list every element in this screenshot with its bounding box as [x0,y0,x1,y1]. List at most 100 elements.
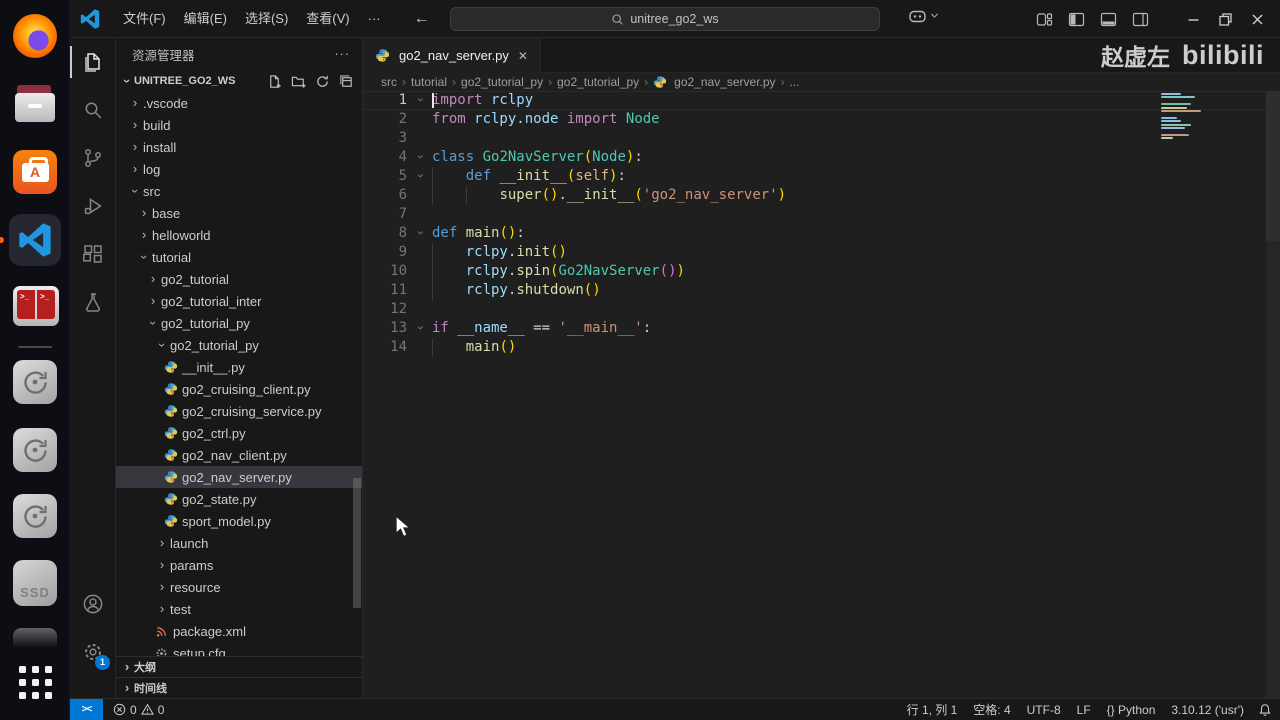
line-number[interactable]: 3 [363,129,407,148]
editor-scrollbar-slider[interactable] [1266,91,1280,241]
line-number[interactable]: 8 [363,224,407,243]
fold-chevron-icon[interactable]: › [411,93,430,107]
menu-item[interactable]: 选择(S) [236,11,297,26]
tree-item[interactable]: go2_nav_server.py [116,466,362,488]
disk-utility-icon-1[interactable] [13,360,57,404]
minimap[interactable] [1161,93,1217,140]
status-item[interactable]: UTF-8 [1019,703,1069,717]
status-item[interactable]: 行 1, 列 1 [899,701,966,718]
toggle-primary-sidebar-icon[interactable] [1068,11,1085,28]
tree-item[interactable]: package.xml [116,620,362,642]
restore-icon[interactable] [1217,11,1234,28]
code-line[interactable]: 13 › if __name__ == '__main__': [363,319,1280,338]
line-number[interactable]: 4 [363,148,407,167]
sidebar-scrollbar[interactable] [353,478,361,608]
terminator-icon[interactable]: >_ >_ [13,286,59,330]
fold-chevron-icon[interactable]: › [411,321,430,335]
tree-item[interactable]: sport_model.py [116,510,362,532]
fold-chevron-icon[interactable]: › [411,226,430,240]
tab-go2-nav-server[interactable]: go2_nav_server.py ✕ [363,38,541,73]
search-activity-icon[interactable] [70,86,116,134]
timeline-section[interactable]: › 时间线 [116,677,362,698]
line-number[interactable]: 9 [363,243,407,262]
line-number[interactable]: 11 [363,281,407,300]
line-number[interactable]: 12 [363,300,407,319]
tree-item[interactable]: › .vscode [116,92,362,114]
source-control-activity-icon[interactable] [70,134,116,182]
code-line[interactable]: 2 from rclpy.node import Node [363,110,1280,129]
tree-item[interactable]: › test [116,598,362,620]
minimize-icon[interactable] [1185,11,1202,28]
tree-item[interactable]: go2_nav_client.py [116,444,362,466]
line-number[interactable]: 2 [363,110,407,129]
line-number[interactable]: 1 [363,91,407,110]
tree-item[interactable]: › base [116,202,362,224]
code-line[interactable]: 14 main() [363,338,1280,357]
customize-layout-icon[interactable] [1036,11,1053,28]
breadcrumb-item[interactable]: tutorial [411,75,447,89]
tree-item[interactable]: › helloworld [116,224,362,246]
tree-item[interactable]: › install [116,136,362,158]
status-item[interactable]: {} Python [1099,703,1164,717]
account-icon[interactable] [70,580,116,628]
breadcrumb-item[interactable]: go2_tutorial_py [461,75,543,89]
collapse-all-icon[interactable] [339,74,354,89]
app-grid-icon[interactable] [13,666,57,710]
new-file-icon[interactable] [267,74,282,89]
code-line[interactable]: 11 rclpy.shutdown() [363,281,1280,300]
code-line[interactable]: 3 [363,129,1280,148]
tree-item[interactable]: › go2_tutorial_py [116,334,362,356]
vscode-dock-icon[interactable] [0,214,61,266]
run-debug-activity-icon[interactable] [70,182,116,230]
problems-status[interactable]: 0 0 [113,703,164,717]
command-center-search[interactable]: unitree_go2_ws [450,7,880,31]
remote-indicator[interactable]: >< [70,698,103,720]
tree-item[interactable]: › go2_tutorial_inter [116,290,362,312]
refresh-icon[interactable] [315,74,330,89]
code-line[interactable]: 7 [363,205,1280,224]
explorer-activity-icon[interactable] [70,38,116,86]
menu-item[interactable]: 文件(F) [114,11,175,26]
close-icon[interactable] [1249,11,1266,28]
menu-item[interactable]: 查看(V) [297,11,358,26]
code-line[interactable]: 10 rclpy.spin(Go2NavServer()) [363,262,1280,281]
toggle-panel-icon[interactable] [1100,11,1117,28]
firefox-icon[interactable] [13,14,57,58]
code-line[interactable]: 6 super().__init__('go2_nav_server') [363,186,1280,205]
tree-item[interactable]: go2_cruising_client.py [116,378,362,400]
status-item[interactable]: 空格: 4 [965,701,1018,718]
tree-item[interactable]: › launch [116,532,362,554]
toggle-secondary-sidebar-icon[interactable] [1132,11,1149,28]
ubuntu-software-icon[interactable]: A [13,150,57,194]
breadcrumb-item[interactable]: go2_tutorial_py [557,75,639,89]
back-arrow-icon[interactable]: ← [414,10,430,28]
settings-gear-icon[interactable]: 1 [70,628,116,676]
code-area[interactable]: 1 › import rclpy 2 from rclpy.node import No… [363,91,1280,357]
menu-item[interactable]: ··· [359,11,390,26]
tree-item[interactable]: › params [116,554,362,576]
tree-item[interactable]: › go2_tutorial [116,268,362,290]
code-line[interactable]: 4 › class Go2NavServer(Node): [363,148,1280,167]
ssd-drive-icon[interactable]: SSD [13,560,57,606]
tree-item[interactable]: › src [116,180,362,202]
notifications-bell-icon[interactable] [1252,703,1280,717]
tree-item[interactable]: › go2_tutorial_py [116,312,362,334]
tree-item[interactable]: go2_state.py [116,488,362,510]
fold-chevron-icon[interactable]: › [411,150,430,164]
disk-utility-icon-2[interactable] [13,428,57,472]
line-number[interactable]: 13 [363,319,407,338]
line-number[interactable]: 7 [363,205,407,224]
breadcrumb-item[interactable]: go2_nav_server.py [653,75,776,89]
testing-activity-icon[interactable] [70,278,116,326]
line-number[interactable]: 10 [363,262,407,281]
breadcrumb-item[interactable]: ... [790,75,800,89]
code-line[interactable]: 9 rclpy.init() [363,243,1280,262]
line-number[interactable]: 5 [363,167,407,186]
tree-item[interactable]: › build [116,114,362,136]
code-line[interactable]: 1 › import rclpy [363,91,1280,110]
tree-item[interactable]: __init__.py [116,356,362,378]
code-line[interactable]: 8 › def main(): [363,224,1280,243]
workspace-row[interactable]: › UNITREE_GO2_WS [116,70,362,92]
copilot-menu[interactable] [908,8,939,23]
extensions-activity-icon[interactable] [70,230,116,278]
